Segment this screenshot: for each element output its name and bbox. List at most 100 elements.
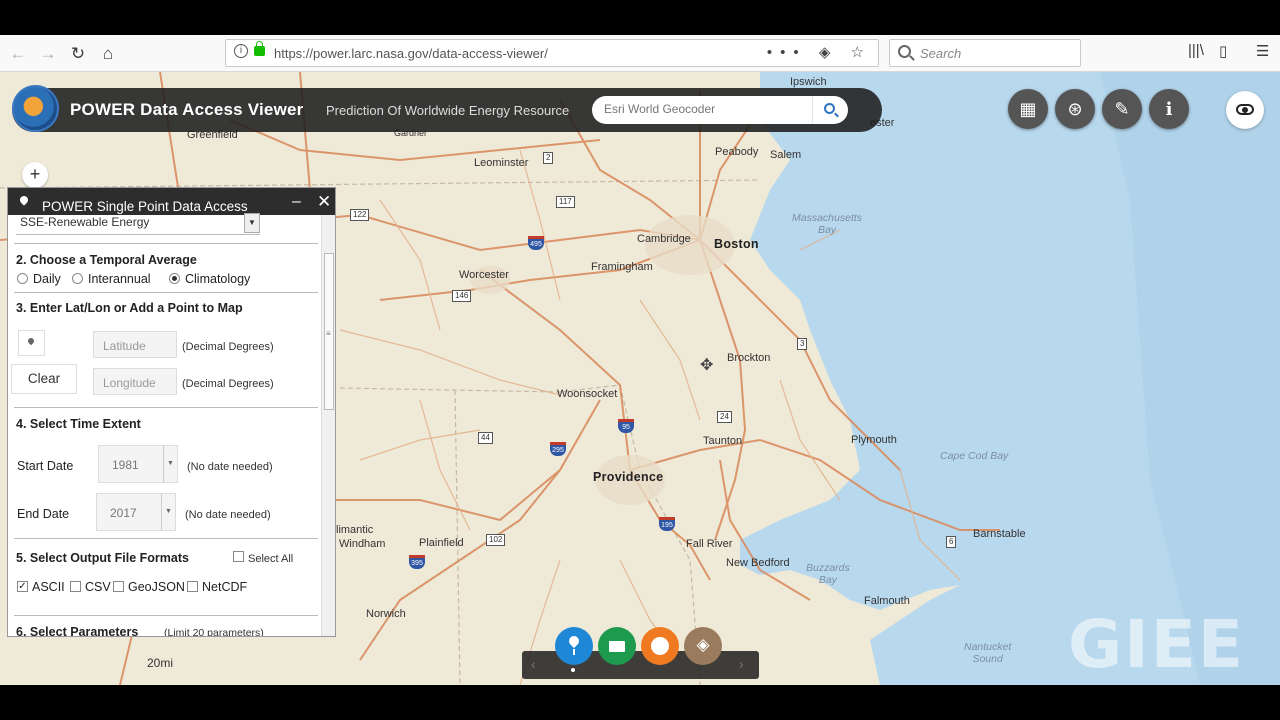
- place-fall-river: Fall River: [686, 538, 733, 550]
- search-icon: [824, 103, 835, 114]
- url-bar[interactable]: i https://power.larc.nasa.gov/data-acces…: [225, 39, 879, 67]
- panel-scrollbar[interactable]: ≡: [321, 215, 335, 636]
- latitude-units: (Decimal Degrees): [182, 341, 274, 353]
- chevron-down-icon[interactable]: ▼: [163, 446, 177, 482]
- water-massachusetts-bay: Massachusetts Bay: [792, 212, 863, 236]
- draw-button[interactable]: ✎: [1102, 89, 1142, 129]
- place-ipswich: Ipswich: [790, 76, 827, 88]
- bookmark-star-icon[interactable]: ☆: [851, 44, 872, 61]
- section-time-extent: 4. Select Time Extent: [16, 417, 141, 431]
- panel-header[interactable]: POWER Single Point Data Access – ✕: [8, 188, 335, 215]
- about-button[interactable]: i: [1149, 89, 1189, 129]
- forward-arrow-icon[interactable]: →: [36, 42, 60, 66]
- info-icon: i: [1165, 99, 1173, 120]
- browser-search-box[interactable]: Search: [889, 39, 1081, 67]
- select-all-checkbox[interactable]: [233, 551, 244, 562]
- single-point-tool-button[interactable]: [555, 627, 593, 665]
- start-date-select[interactable]: 1981 ▼: [98, 445, 178, 483]
- geocoder-search[interactable]: [592, 96, 848, 124]
- place-willimantic: limantic: [336, 524, 374, 536]
- clear-button[interactable]: Clear: [11, 364, 77, 394]
- info-icon[interactable]: i: [234, 44, 248, 58]
- format-geojson-checkbox[interactable]: [113, 581, 124, 592]
- panel-title: POWER Single Point Data Access: [42, 199, 248, 214]
- interstate-195-shield: 195: [659, 517, 675, 531]
- latitude-input[interactable]: Latitude: [93, 331, 177, 358]
- layers-icon: ◈: [696, 635, 710, 654]
- add-point-button[interactable]: [18, 330, 45, 356]
- place-boston: Boston: [714, 237, 759, 251]
- library-icon[interactable]: |||\: [1188, 42, 1204, 59]
- interstate-395-shield: 395: [409, 555, 425, 569]
- circle-icon: [651, 637, 669, 655]
- more-actions-icon[interactable]: •••: [767, 44, 807, 61]
- home-icon[interactable]: ⌂: [96, 42, 120, 66]
- scrollbar-grip-icon: ≡: [326, 329, 331, 338]
- divider: [14, 407, 318, 408]
- format-ascii-checkbox[interactable]: ✓: [17, 581, 28, 592]
- interstate-295-shield: 295: [550, 442, 566, 456]
- section-lat-lon: 3. Enter Lat/Lon or Add a Point to Map: [16, 301, 243, 315]
- basemap-gallery-button[interactable]: ▦: [1008, 89, 1048, 129]
- select-all-label: Select All: [248, 553, 294, 565]
- water-cape-cod-bay: Cape Cod Bay: [940, 450, 1009, 462]
- sidebar-icon[interactable]: ▯: [1219, 42, 1227, 60]
- url-actions[interactable]: ••• ◈ ☆: [767, 43, 872, 61]
- eye-icon: [1236, 104, 1254, 115]
- global-tool-button[interactable]: [641, 627, 679, 665]
- chevron-down-icon[interactable]: ▼: [244, 213, 260, 233]
- next-arrow-icon[interactable]: ›: [739, 656, 744, 672]
- place-peabody: Peabody: [715, 146, 759, 158]
- layers-tool-button[interactable]: ◈: [684, 627, 722, 665]
- place-plymouth: Plymouth: [851, 434, 897, 446]
- scale-bar-label: 20mi: [147, 656, 174, 670]
- coordinate-button[interactable]: ⊛: [1055, 89, 1095, 129]
- label-climatology: Climatology: [185, 272, 251, 286]
- radio-interannual[interactable]: [72, 273, 83, 284]
- pencil-icon: ✎: [1114, 99, 1130, 119]
- back-arrow-icon[interactable]: ←: [6, 42, 30, 66]
- table-icon: [609, 641, 625, 652]
- end-date-select[interactable]: 2017 ▼: [96, 493, 176, 531]
- chevron-down-icon[interactable]: ▼: [161, 494, 175, 530]
- pocket-icon[interactable]: ◈: [819, 44, 839, 61]
- place-worcester: Worcester: [459, 269, 509, 281]
- radio-daily[interactable]: [17, 273, 28, 284]
- section-temporal-average: 2. Choose a Temporal Average: [16, 253, 197, 267]
- radio-climatology[interactable]: [169, 273, 180, 284]
- route-2-shield: 2: [543, 152, 554, 164]
- map-pin-stem: [573, 649, 575, 655]
- regional-tool-button[interactable]: [598, 627, 636, 665]
- format-geojson-label: GeoJSON: [128, 580, 185, 594]
- longitude-input[interactable]: Longitude: [93, 368, 177, 395]
- divider: [14, 538, 318, 539]
- route-122-shield: 122: [350, 209, 370, 221]
- format-csv-checkbox[interactable]: [70, 581, 81, 592]
- power-logo-icon: [12, 85, 59, 132]
- zoom-in-button[interactable]: +: [22, 162, 48, 188]
- panel-close-button[interactable]: ✕: [317, 192, 331, 212]
- url-text[interactable]: https://power.larc.nasa.gov/data-access-…: [274, 46, 548, 61]
- place-salem: Salem: [770, 149, 802, 161]
- watermark-logo: GIEE: [1068, 606, 1245, 683]
- reload-icon[interactable]: ↻: [66, 42, 90, 66]
- panel-minimize-button[interactable]: –: [292, 193, 301, 211]
- format-netcdf-checkbox[interactable]: [187, 581, 198, 592]
- place-brockton: Brockton: [727, 352, 771, 364]
- parameters-limit: (Limit 20 parameters): [164, 627, 264, 637]
- geocoder-input[interactable]: [604, 102, 804, 116]
- visibility-toggle-button[interactable]: [1226, 91, 1264, 129]
- prev-arrow-icon[interactable]: ‹: [531, 656, 536, 672]
- geocoder-search-button[interactable]: [812, 96, 848, 124]
- user-community-select[interactable]: SSE-Renewable Energy ▼: [16, 213, 260, 235]
- divider: [14, 243, 318, 244]
- route-24-shield: 24: [717, 411, 732, 423]
- end-date-label: End Date: [17, 507, 70, 521]
- place-taunton: Taunton: [703, 435, 743, 447]
- app-banner: POWER Data Access Viewer Prediction Of W…: [12, 85, 882, 132]
- globe-icon: ⊛: [1067, 99, 1083, 119]
- map-pin-icon: [566, 633, 582, 649]
- app-title: POWER Data Access Viewer: [70, 100, 304, 119]
- menu-icon[interactable]: ☰: [1256, 42, 1269, 60]
- place-framingham: Framingham: [591, 261, 653, 273]
